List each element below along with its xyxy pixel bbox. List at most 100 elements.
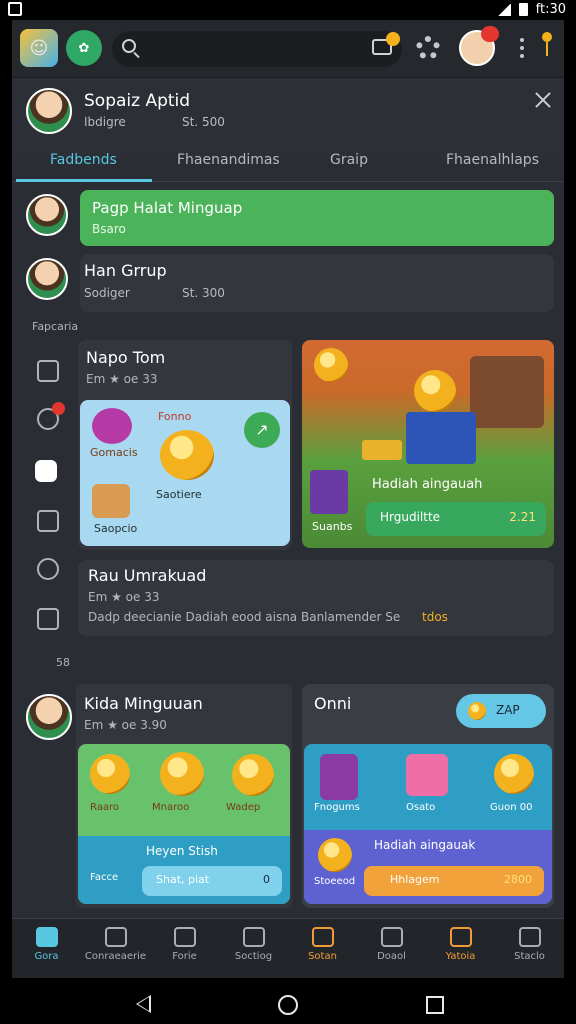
coin-icon [314, 348, 348, 382]
chat-icon[interactable] [35, 460, 57, 482]
group-meta-1: Sodiger [84, 286, 130, 300]
clock-icon[interactable] [37, 558, 59, 580]
box-icon [242, 927, 265, 947]
card-title: Onni [314, 694, 352, 713]
tab-friend-list[interactable]: Fhaenandimas [177, 152, 280, 168]
tab-bar: Fadbends Fhaenandimas Graip Fhaenalhlaps [12, 142, 564, 182]
section-label-2: 58 [56, 656, 70, 669]
chest-icon [406, 412, 476, 464]
search-input[interactable] [146, 37, 356, 61]
card-meta: Em ★ oe 33 [86, 372, 158, 386]
recent-apps-icon[interactable] [426, 996, 444, 1014]
gift-icon [92, 484, 130, 518]
grid-icon[interactable] [37, 360, 59, 382]
back-icon[interactable] [136, 995, 151, 1013]
group-row-1[interactable]: Pagp Halat Minguap Bsaro [12, 190, 564, 246]
card-panel: Gomacis Fonno ↗ Saotiere Saopcio [80, 400, 290, 546]
message-icon[interactable] [372, 32, 400, 55]
top-bar: ☺ ✿ [12, 20, 564, 78]
card-title: Kida Minguuan [84, 694, 203, 713]
status-badge [481, 26, 499, 42]
bulb-icon[interactable] [542, 32, 552, 56]
reward-button-label: Shat, piat [156, 873, 210, 886]
chart-icon [104, 927, 127, 947]
app-logo[interactable]: ☺ [20, 29, 58, 67]
nav-download[interactable]: Doaol [357, 927, 426, 962]
nav-community[interactable]: Conraeaerie [81, 927, 150, 962]
reward-panel: Raaro Mnaroo Wadep Heyen Stish Facce Sha… [78, 744, 290, 904]
group-subtitle: Bsaro [92, 222, 126, 236]
item-label: Fnogums [314, 802, 360, 813]
coin-icon [468, 702, 486, 720]
chip-label: Raaro [90, 802, 119, 813]
reward-button[interactable]: Hhlagem 2800 [364, 866, 544, 896]
nav-profile[interactable]: Sotan [288, 927, 357, 962]
profile-name: Sopaiz Aptid [84, 91, 191, 111]
more-icon[interactable] [520, 38, 524, 58]
nav-settings[interactable]: Staclo [495, 927, 564, 962]
avatar[interactable] [459, 26, 499, 66]
status-bar: ft:30 [0, 0, 576, 20]
game-icon[interactable] [37, 402, 65, 430]
card-title: Rau Umrakuad [88, 566, 207, 585]
bottom-nav: Gora Conraeaerie Forie Soctiog Sotan Doa… [12, 918, 564, 978]
card-hadiah[interactable]: Hadiah aingauah Suanbs Hrgudiltte 2.21 [302, 340, 554, 548]
system-navigation-bar [0, 978, 576, 1024]
signal-icon [496, 3, 511, 16]
close-icon[interactable] [534, 91, 552, 109]
coin-icon [90, 754, 130, 794]
tab-friends[interactable]: Fadbends [50, 152, 117, 168]
item-label: Osato [406, 802, 436, 813]
search-bar[interactable] [112, 31, 402, 67]
nav-forum[interactable]: Forie [150, 927, 219, 962]
group-logo[interactable]: ✿ [66, 30, 102, 66]
gift-icon [449, 927, 472, 947]
group-card-green[interactable]: Pagp Halat Minguap Bsaro [80, 190, 554, 246]
bar-left: Facce [90, 872, 119, 883]
coin-icon [232, 754, 274, 796]
card-left-label: Suanbs [312, 520, 353, 533]
card-meta: Em ★ oe 3.90 [84, 718, 167, 732]
nav-home[interactable]: Gora [12, 927, 81, 962]
tab-group[interactable]: Graip [330, 152, 368, 168]
coin-icon [160, 752, 204, 796]
reward-button[interactable]: Hrgudiltte 2.21 [366, 502, 546, 536]
reward-value: 2.21 [509, 510, 536, 524]
reward-button[interactable]: Shat, piat 0 [142, 866, 282, 896]
nav-social[interactable]: Soctiog [219, 927, 288, 962]
group-row-2[interactable]: Han Grrup Sodiger St. 300 [12, 254, 564, 312]
avatar [26, 694, 72, 740]
pill-button[interactable]: ZAP [456, 694, 546, 728]
card-onni[interactable]: Onni ZAP Fnogums Osato Guon 00 Hadiah ai… [302, 684, 554, 908]
group-avatar [26, 258, 68, 300]
reward-footer: Hadiah aingauak Stoeeod Hhlagem 2800 [304, 830, 552, 904]
group-title: Han Grrup [84, 261, 167, 280]
tab-friend-requests[interactable]: Fhaenalhlaps [446, 152, 539, 168]
video-icon[interactable] [37, 510, 59, 532]
gear-icon[interactable] [416, 36, 440, 60]
nav-rewards[interactable]: Yatoia [426, 927, 495, 962]
profile-meta-1: Ibdigre [84, 115, 126, 129]
search-icon [122, 39, 136, 53]
mail-icon [173, 927, 196, 947]
emoji-icon [160, 430, 214, 480]
card-rau[interactable]: Rau Umrakuad Em ★ oe 33 Dadp deecianie D… [78, 560, 554, 636]
item-label: Guon 00 [490, 802, 533, 813]
chip-label: Mnaroo [152, 802, 190, 813]
coin-icon [414, 370, 456, 412]
box-icon[interactable] [37, 608, 59, 630]
nav-label: Gora [34, 951, 59, 962]
share-icon[interactable]: ↗ [244, 412, 280, 448]
group-title: Pagp Halat Minguap [92, 199, 243, 217]
ticket-icon [310, 470, 348, 514]
card-tag: tdos [422, 610, 448, 624]
nav-label: Yatoia [445, 951, 476, 962]
card-title: Hadiah aingauah [372, 477, 483, 492]
card-napo[interactable]: Napo Tom Em ★ oe 33 Gomacis Fonno ↗ Saot… [78, 340, 292, 550]
gift-icon [406, 754, 448, 796]
house-icon [470, 356, 544, 428]
card-kida[interactable]: Kida Minguuan Em ★ oe 3.90 Raaro Mnaroo … [76, 684, 292, 908]
home-button-icon[interactable] [278, 995, 298, 1015]
profile-avatar[interactable] [26, 88, 72, 134]
reward-footer: Heyen Stish Facce Shat, piat 0 [78, 836, 290, 904]
